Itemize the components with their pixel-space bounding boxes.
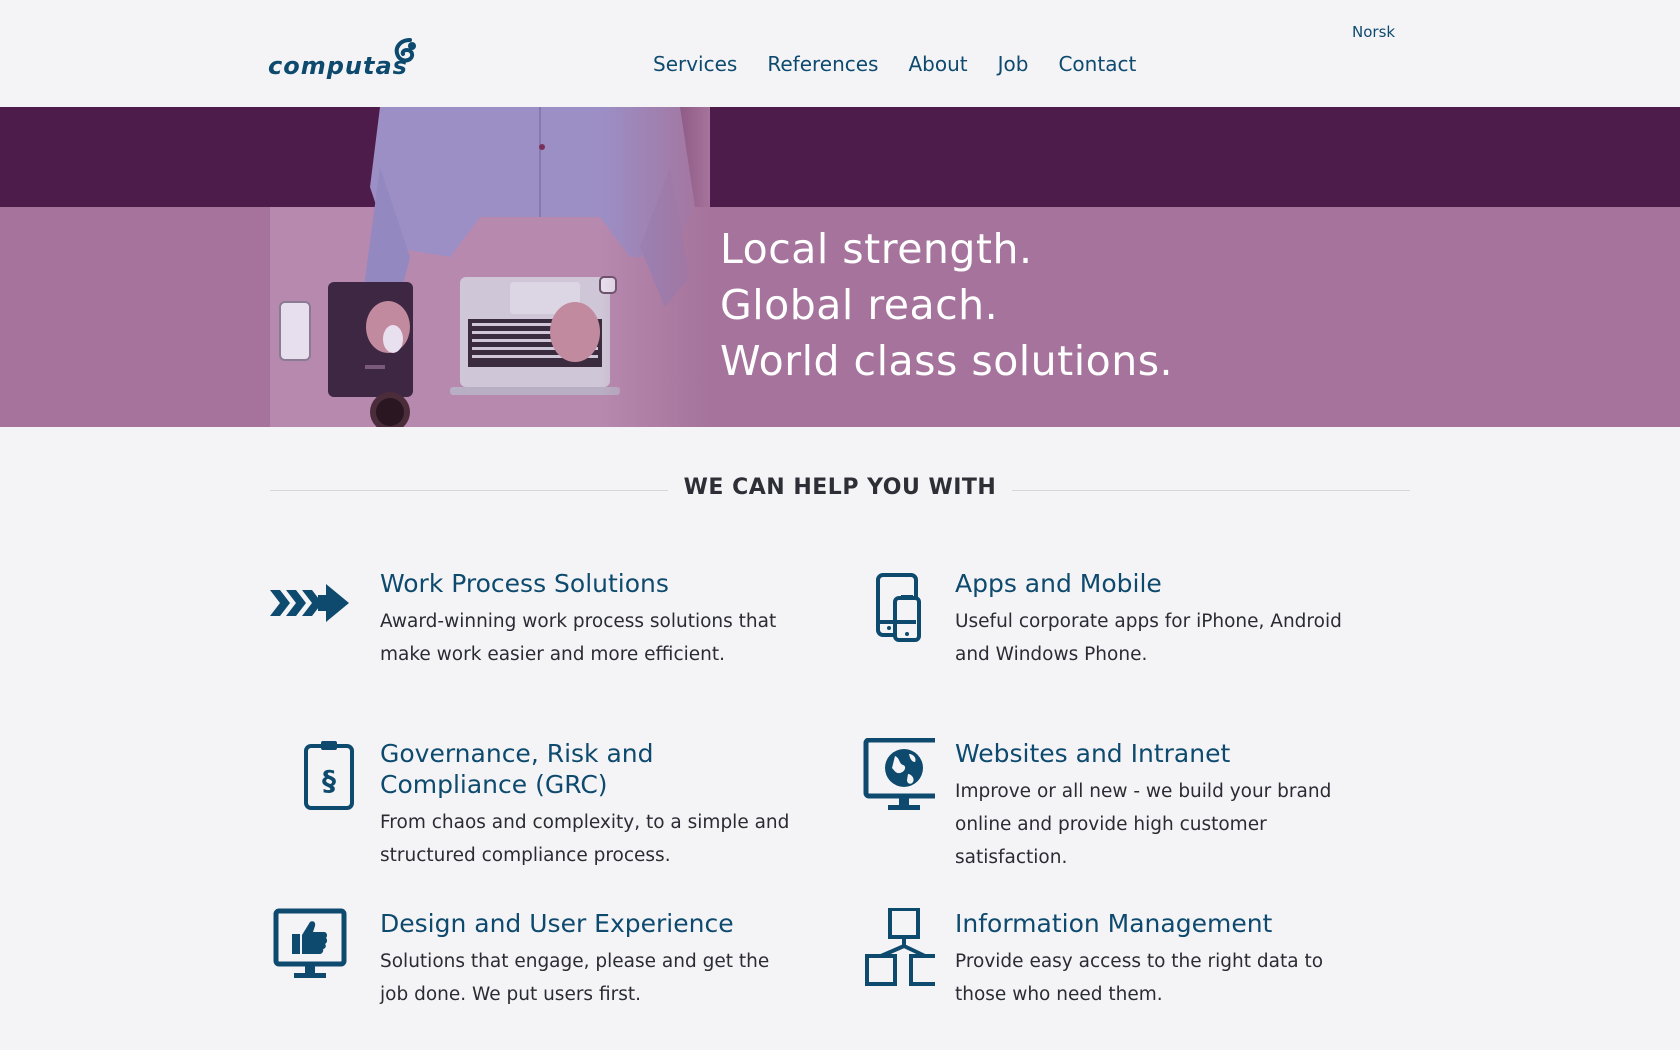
service-title-link[interactable]: Information Management: [955, 908, 1365, 939]
hero-tagline: Local strength. Global reach. World clas…: [720, 221, 1173, 389]
service-description: Award-winning work process solutions tha…: [380, 611, 777, 665]
hero-line-2: Global reach.: [720, 281, 999, 329]
mobile-devices-icon: [876, 573, 921, 642]
logo-swoosh-icon: [394, 38, 416, 63]
hero-top-band: [0, 107, 1680, 207]
main-nav: Services References About Job Contact: [653, 52, 1136, 76]
services-heading-row: WE CAN HELP YOU WITH: [270, 475, 1410, 505]
service-body: Apps and Mobile Useful corporate apps fo…: [955, 568, 1365, 671]
section-heading: WE CAN HELP YOU WITH: [270, 475, 1410, 500]
nav-job[interactable]: Job: [998, 52, 1029, 76]
service-body: Websites and Intranet Improve or all new…: [955, 738, 1365, 874]
hero-photo: [270, 107, 710, 427]
site-header: computas Services References About Job C…: [0, 0, 1680, 107]
service-title-link[interactable]: Apps and Mobile: [955, 568, 1365, 599]
service-description: Solutions that engage, please and get th…: [380, 951, 770, 1005]
monitor-globe-icon: [863, 738, 935, 810]
logo-text: computas: [268, 52, 408, 80]
computas-logo[interactable]: computas: [268, 38, 428, 88]
service-title-link[interactable]: Governance, Risk and Compliance (GRC): [380, 738, 790, 800]
service-body: Design and User Experience Solutions tha…: [380, 908, 790, 1011]
arrows-icon: [270, 584, 349, 622]
service-body: Information Management Provide easy acce…: [955, 908, 1365, 1011]
monitor-thumbs-up-icon: [273, 908, 347, 978]
hero-line-1: Local strength.: [720, 225, 1033, 273]
service-description: Provide easy access to the right data to…: [955, 951, 1324, 1005]
service-description: Useful corporate apps for iPhone, Androi…: [955, 611, 1342, 665]
service-body: Work Process Solutions Award-winning wor…: [380, 568, 790, 671]
nav-contact[interactable]: Contact: [1058, 52, 1136, 76]
svg-text:§: §: [322, 764, 336, 797]
service-title-link[interactable]: Websites and Intranet: [955, 738, 1365, 769]
nav-about[interactable]: About: [908, 52, 967, 76]
service-description: Improve or all new - we build your brand…: [955, 781, 1332, 868]
nav-services[interactable]: Services: [653, 52, 737, 76]
language-switch-link[interactable]: Norsk: [1352, 23, 1395, 41]
nav-references[interactable]: References: [767, 52, 878, 76]
service-title-link[interactable]: Design and User Experience: [380, 908, 790, 939]
service-description: From chaos and complexity, to a simple a…: [380, 812, 790, 866]
section-heading-text: WE CAN HELP YOU WITH: [667, 475, 1013, 500]
service-body: Governance, Risk and Compliance (GRC) Fr…: [380, 738, 790, 872]
clipboard-section-icon: §: [304, 741, 354, 810]
hierarchy-icon: [865, 908, 935, 986]
hero-line-3: World class solutions.: [720, 337, 1174, 385]
service-title-link[interactable]: Work Process Solutions: [380, 568, 790, 599]
hero-banner: Local strength. Global reach. World clas…: [0, 107, 1680, 427]
